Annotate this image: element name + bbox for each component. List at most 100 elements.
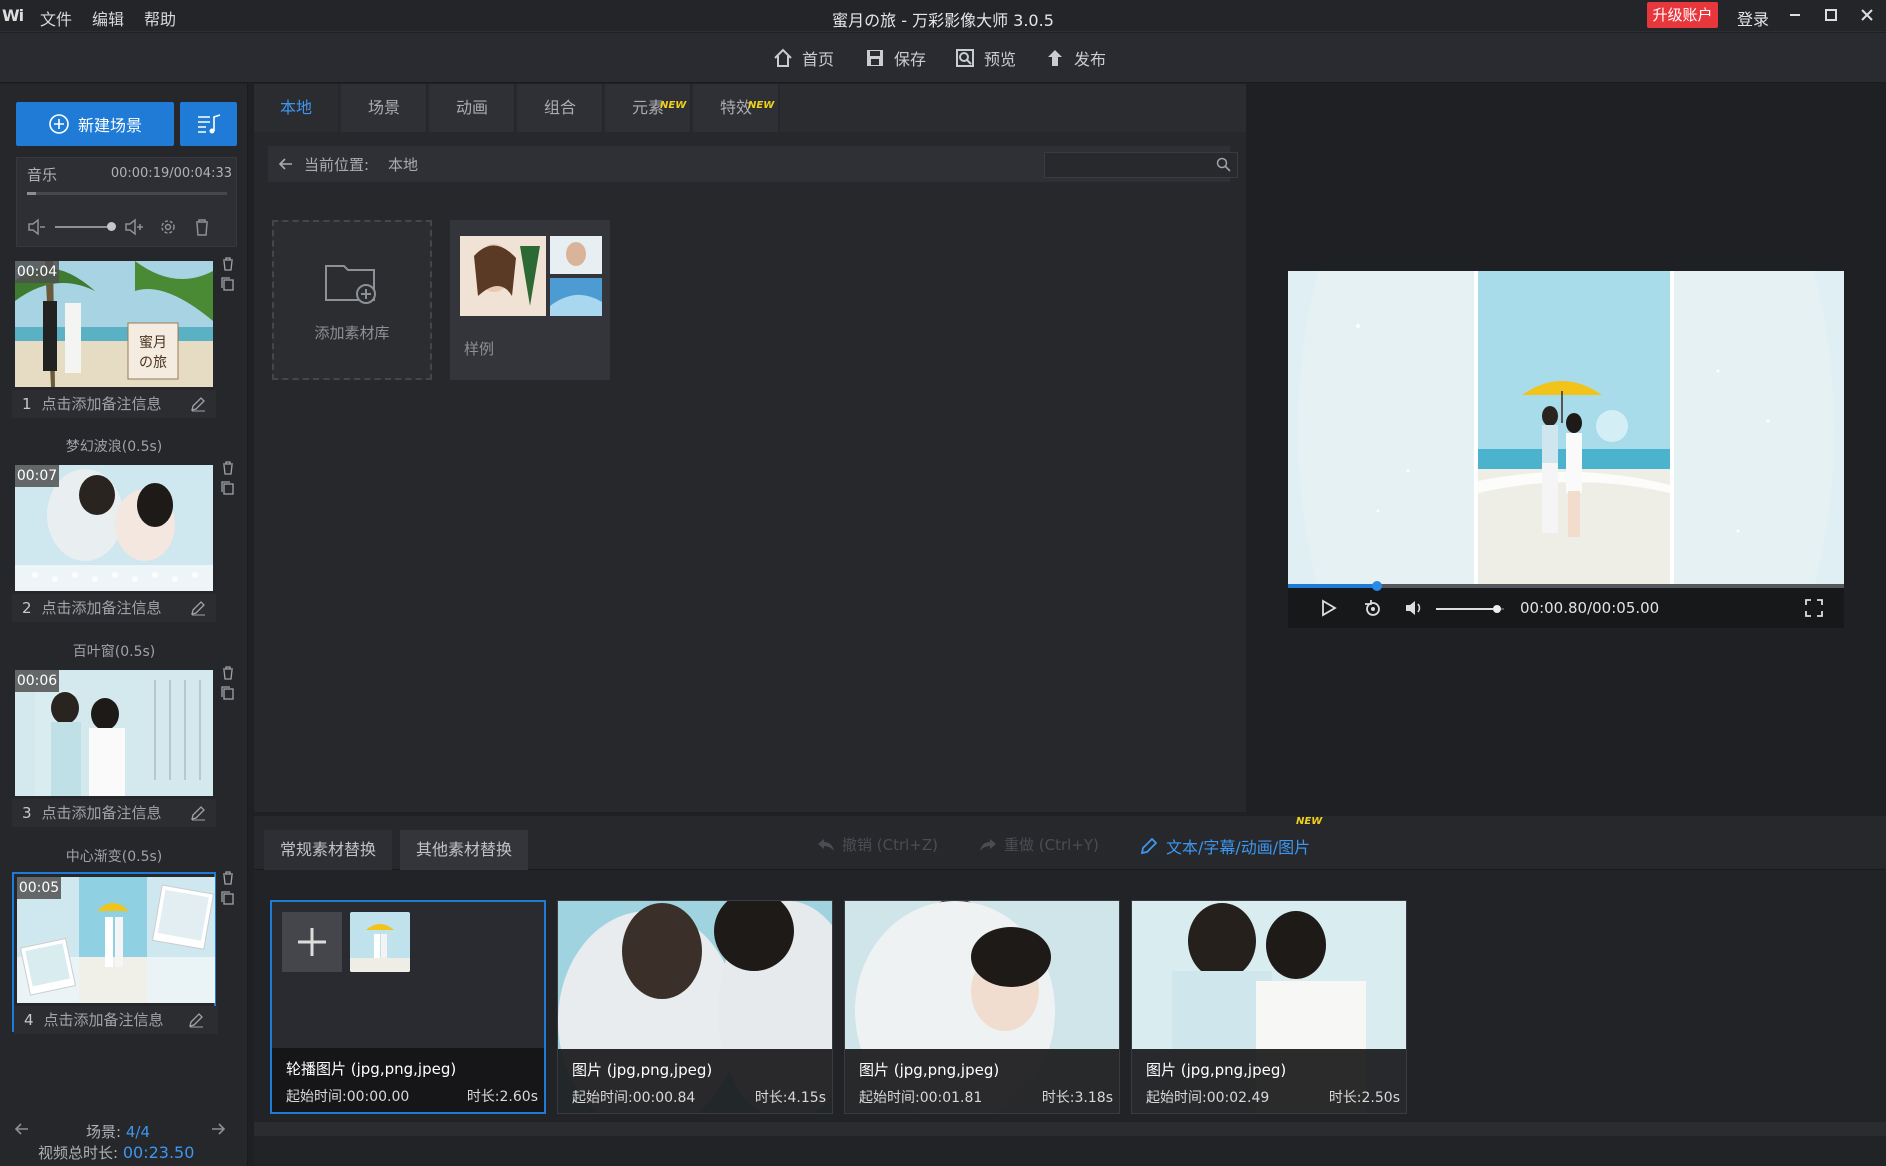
tab-regular-replace[interactable]: 常规素材替换 [264, 830, 392, 870]
carousel-thumbnail[interactable] [350, 912, 410, 972]
playback-time: 00:00.80/00:05.00 [1520, 599, 1660, 617]
menu-edit[interactable]: 编辑 [92, 6, 124, 30]
playback-progress-handle[interactable] [1371, 581, 1382, 591]
scene-note[interactable]: 2 点击添加备注信息 [12, 594, 216, 622]
edit-icon[interactable] [188, 1012, 204, 1028]
menu-file[interactable]: 文件 [40, 6, 72, 30]
sample-folder-preview [460, 236, 602, 316]
music-volume-slider[interactable] [55, 226, 111, 228]
login-button[interactable]: 登录 [1737, 6, 1769, 30]
delete-scene-icon[interactable] [220, 870, 236, 886]
tab-scene[interactable]: 场景 [342, 84, 428, 132]
copy-scene-icon[interactable] [220, 276, 236, 292]
sample-folder[interactable]: 样例 [450, 220, 610, 380]
close-icon[interactable] [1856, 4, 1878, 26]
new-badge: NEW [660, 100, 687, 111]
music-progress-track[interactable] [27, 192, 227, 195]
save-button[interactable]: 保存 [864, 45, 926, 71]
undo-button[interactable]: 撤销 (Ctrl+Z) [816, 834, 938, 855]
scene-number: 2 [22, 599, 32, 617]
copy-scene-icon[interactable] [220, 685, 236, 701]
image-card[interactable]: 图片 (jpg,png,jpeg) 起始时间:00:02.49 时长:2.50s [1131, 900, 1407, 1114]
scene-note-text: 点击添加备注信息 [43, 1011, 164, 1029]
delete-scene-icon[interactable] [220, 256, 236, 272]
settings-icon[interactable] [157, 216, 179, 238]
tab-element[interactable]: 元素 NEW [606, 84, 692, 132]
save-icon [867, 50, 883, 66]
scene-note-text: 点击添加备注信息 [41, 599, 162, 617]
text-link-label: 文本/字幕/动画/图片 [1166, 838, 1311, 857]
volume-icon[interactable] [1404, 598, 1426, 618]
horizontal-scrollbar[interactable] [254, 1122, 1886, 1136]
add-library-button[interactable]: 添加素材库 [272, 220, 432, 380]
publish-button[interactable]: 发布 [1044, 45, 1106, 71]
library-tabs: 本地 场景 动画 组合 元素 NEW 特效 NEW [254, 84, 1246, 132]
scene-card-selected[interactable]: 00:05 4 点击添加备注信息 [12, 872, 218, 1034]
upgrade-account-button[interactable]: 升级账户 [1647, 2, 1718, 28]
scene-note[interactable]: 3 点击添加备注信息 [12, 799, 216, 827]
maximize-icon[interactable] [1820, 4, 1842, 26]
edit-icon[interactable] [190, 805, 206, 821]
tab-other-replace[interactable]: 其他素材替换 [400, 830, 528, 870]
play-icon[interactable] [1318, 598, 1338, 618]
preview-label: 预览 [984, 50, 1017, 69]
text-subtitle-animation-image-link[interactable]: 文本/字幕/动画/图片 [1140, 834, 1310, 858]
material-replace-panel: 常规素材替换 其他素材替换 撤销 (Ctrl+Z) 重做 (Ctrl+Y) 文本… [254, 816, 1886, 1166]
menu-help[interactable]: 帮助 [144, 6, 176, 30]
undo-label: 撤销 (Ctrl+Z) [842, 836, 939, 854]
total-duration-value: 00:23.50 [122, 1143, 195, 1162]
transition-label[interactable]: 中心渐变(0.5s) [12, 846, 216, 866]
carousel-image-card[interactable]: 轮播图片 (jpg,png,jpeg) 起始时间:00:00.00 时长:2.6… [270, 900, 546, 1114]
scene-duration: 00:05 [17, 877, 61, 899]
copy-scene-icon[interactable] [220, 890, 236, 906]
fullscreen-icon[interactable] [1804, 598, 1824, 618]
scene-card[interactable]: 00:06 3 点击添加备注信息 [12, 667, 216, 827]
scene-note-text: 点击添加备注信息 [41, 395, 162, 413]
new-scene-button[interactable]: 新建场景 [16, 102, 174, 146]
tab-local[interactable]: 本地 [254, 84, 340, 132]
upload-icon [1048, 50, 1062, 66]
prev-scene-icon[interactable] [12, 1119, 32, 1139]
new-scene-label: 新建场景 [77, 116, 142, 135]
scene-card[interactable]: 00:07 2 点击添加备注信息 [12, 462, 216, 622]
scene-count-label: 场景: [86, 1123, 122, 1141]
redo-button[interactable]: 重做 (Ctrl+Y) [978, 834, 1099, 855]
copy-scene-icon[interactable] [220, 480, 236, 496]
music-volume-handle[interactable] [107, 222, 116, 231]
trash-icon[interactable] [191, 216, 213, 238]
search-icon[interactable] [1215, 156, 1233, 174]
edit-icon[interactable] [190, 396, 206, 412]
next-scene-icon[interactable] [208, 1119, 228, 1139]
scene-note-text: 点击添加备注信息 [41, 804, 162, 822]
tab-combination[interactable]: 组合 [518, 84, 604, 132]
transition-label[interactable]: 百叶窗(0.5s) [12, 641, 216, 661]
minimize-icon[interactable] [1784, 4, 1806, 26]
volume-down-icon[interactable] [25, 216, 47, 238]
tab-animation[interactable]: 动画 [430, 84, 516, 132]
image-card[interactable]: 图片 (jpg,png,jpeg) 起始时间:00:01.81 时长:3.18s [844, 900, 1120, 1114]
video-preview[interactable] [1288, 271, 1844, 588]
loop-icon[interactable] [1362, 598, 1384, 618]
edit-icon[interactable] [190, 600, 206, 616]
scene-card[interactable]: 蜜月 の旅 00:04 1 点击添加备注信息 [12, 258, 216, 418]
tab-effects[interactable]: 特效 NEW [694, 84, 780, 132]
scene-note[interactable]: 1 点击添加备注信息 [12, 390, 216, 418]
image-card[interactable]: 图片 (jpg,png,jpeg) 起始时间:00:00.84 时长:4.15s [557, 900, 833, 1114]
path-bar: 当前位置: 本地 [268, 146, 1238, 182]
scene-number: 3 [22, 804, 32, 822]
transition-label[interactable]: 梦幻波浪(0.5s) [12, 436, 216, 456]
volume-slider-handle[interactable] [1493, 605, 1502, 613]
home-button[interactable]: 首页 [772, 45, 834, 71]
preview-button[interactable]: 预览 [954, 45, 1016, 71]
volume-up-icon[interactable] [123, 216, 145, 238]
plus-circle-icon [49, 114, 69, 134]
new-badge: NEW [748, 100, 775, 111]
add-image-button[interactable] [282, 912, 342, 972]
delete-scene-icon[interactable] [220, 665, 236, 681]
delete-scene-icon[interactable] [220, 460, 236, 476]
search-input[interactable] [1044, 152, 1238, 178]
back-arrow-icon[interactable] [276, 154, 296, 174]
replace-tabs: 常规素材替换 其他素材替换 撤销 (Ctrl+Z) 重做 (Ctrl+Y) 文本… [254, 816, 1886, 870]
music-list-button[interactable] [180, 102, 237, 146]
card-title: 轮播图片 (jpg,png,jpeg) [286, 1060, 457, 1078]
